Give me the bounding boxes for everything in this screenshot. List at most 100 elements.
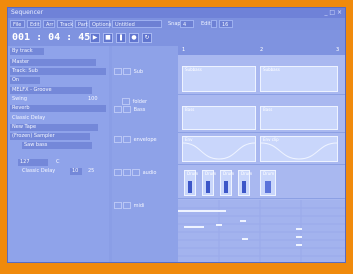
menu-options[interactable]: Options [89,20,111,28]
solo-icon[interactable] [123,136,131,143]
value-select[interactable]: On [10,77,40,84]
view-select[interactable]: By track [10,48,44,55]
clip[interactable]: Drum [184,170,199,196]
midi-piano-roll[interactable] [178,200,345,262]
title-bar[interactable]: Sequencer _ □ × [8,8,345,18]
snap-label: Snap [168,21,181,27]
menu-file[interactable]: File [10,20,25,28]
clip[interactable]: Drum [260,170,276,196]
envelope-curve [183,142,255,160]
midi-note[interactable] [296,236,302,238]
play-icon[interactable]: ▶ [90,33,100,43]
inspector-panel: By track Master Track: Sub On MELFX - Gr… [8,46,109,262]
clip-label: Drum [223,171,235,176]
clip[interactable]: Env clip [260,136,338,162]
track-name: folder [132,99,148,105]
mute-icon[interactable] [114,106,122,113]
classic-delay-label-2: Classic Delay [22,168,56,174]
midi-note[interactable] [296,244,302,246]
clip[interactable]: Env [182,136,256,162]
sampler-row[interactable]: (Frozen) Sampler [10,133,90,140]
track-name: Bass [133,107,146,113]
clip-label: Drum [205,171,217,176]
lane-divider [178,198,345,199]
track-name: envelope [133,137,157,143]
menu-track[interactable]: Track [57,20,73,28]
instrument-row[interactable]: Saw bass [22,142,92,149]
solo-icon[interactable] [123,68,131,75]
clip[interactable]: Subbass [260,66,338,92]
track-name: audio [142,170,157,176]
midi-note[interactable] [216,224,222,226]
waveform [242,181,246,193]
clip[interactable]: Bass [260,106,338,130]
clip[interactable]: Drum [220,170,235,196]
track-header[interactable]: folder [122,98,147,105]
clip[interactable]: Drum [238,170,252,196]
clip[interactable]: Subbass [182,66,256,92]
sequencer-window: Sequencer _ □ × File Edit Arr Track Part… [7,7,346,263]
solo-icon[interactable] [123,106,131,113]
waveform [224,181,228,193]
track-header[interactable]: envelope [114,136,157,143]
track-header[interactable]: Sub [114,68,143,75]
clip-label: Subbass [263,67,280,72]
lane-divider [178,164,345,165]
snap-select[interactable]: 4 [180,20,194,28]
folder-icon[interactable] [122,98,130,105]
track-header[interactable]: midi [114,202,144,209]
window-title: Sequencer [11,9,44,16]
track-header[interactable]: audio [114,169,156,176]
track-row[interactable]: Track: Sub [10,68,106,75]
midi-note[interactable] [178,210,226,212]
loop-icon[interactable]: ↻ [142,33,152,43]
timeline-ruler[interactable]: 1 2 3 [178,46,345,55]
mute-icon[interactable] [114,169,122,176]
swing-label: Swing [12,96,27,102]
master-row[interactable]: Master [10,59,96,66]
solo-icon[interactable] [123,202,131,209]
reverb-row[interactable]: Reverb [10,105,106,112]
transport-bar: 001 : 04 : 458 ▶ ■ ❚ ● ↻ [8,30,345,46]
velocity-field[interactable]: 127 [18,159,48,166]
waveform [206,181,210,193]
midi-note[interactable] [242,238,248,240]
window-controls[interactable]: _ □ × [324,9,342,16]
clip-label: Bass [263,107,273,112]
pause-icon[interactable]: ❚ [116,33,126,43]
clip-label: Bass [185,107,195,112]
clip[interactable]: Drum [202,170,217,196]
delay-value-1[interactable]: 10 [70,168,82,175]
arrange-view[interactable]: 1 2 3 Subbass Subbass Bass Bass Env Env … [178,46,345,262]
clip-label: Subbass [185,67,202,72]
mute-icon[interactable] [114,68,122,75]
edit-toggle-icon[interactable] [211,20,217,28]
menu-edit[interactable]: Edit [27,20,41,28]
envelope-curve [261,142,337,160]
menu-part[interactable]: Part [75,20,88,28]
key-value: C [56,159,60,165]
lane-divider [178,94,345,95]
midi-note[interactable] [296,228,302,230]
mute-icon[interactable] [114,136,122,143]
patch-row[interactable]: MELFX - Groove [10,87,92,94]
midi-note[interactable] [240,220,246,222]
track-name: midi [133,203,145,209]
record-icon[interactable]: ● [129,33,139,43]
menu-arr[interactable]: Arr [43,20,55,28]
menu-bar: File Edit Arr Track Part Options Untitle… [8,18,345,30]
clip-label: Drum [187,171,199,176]
record-arm-icon[interactable] [132,169,140,176]
solo-icon[interactable] [123,169,131,176]
swing-value[interactable]: 100 [88,96,98,103]
midi-note[interactable] [184,226,204,228]
clip-label: Drum [263,171,275,176]
stop-icon[interactable]: ■ [103,33,113,43]
track-name: Sub [133,69,144,75]
clip[interactable]: Bass [182,106,256,130]
edit-select[interactable]: 16 [219,20,233,28]
preset-row[interactable]: New Tape [10,124,98,131]
project-select[interactable]: Untitled [112,20,162,28]
mute-icon[interactable] [114,202,122,209]
track-header[interactable]: Bass [114,106,145,113]
